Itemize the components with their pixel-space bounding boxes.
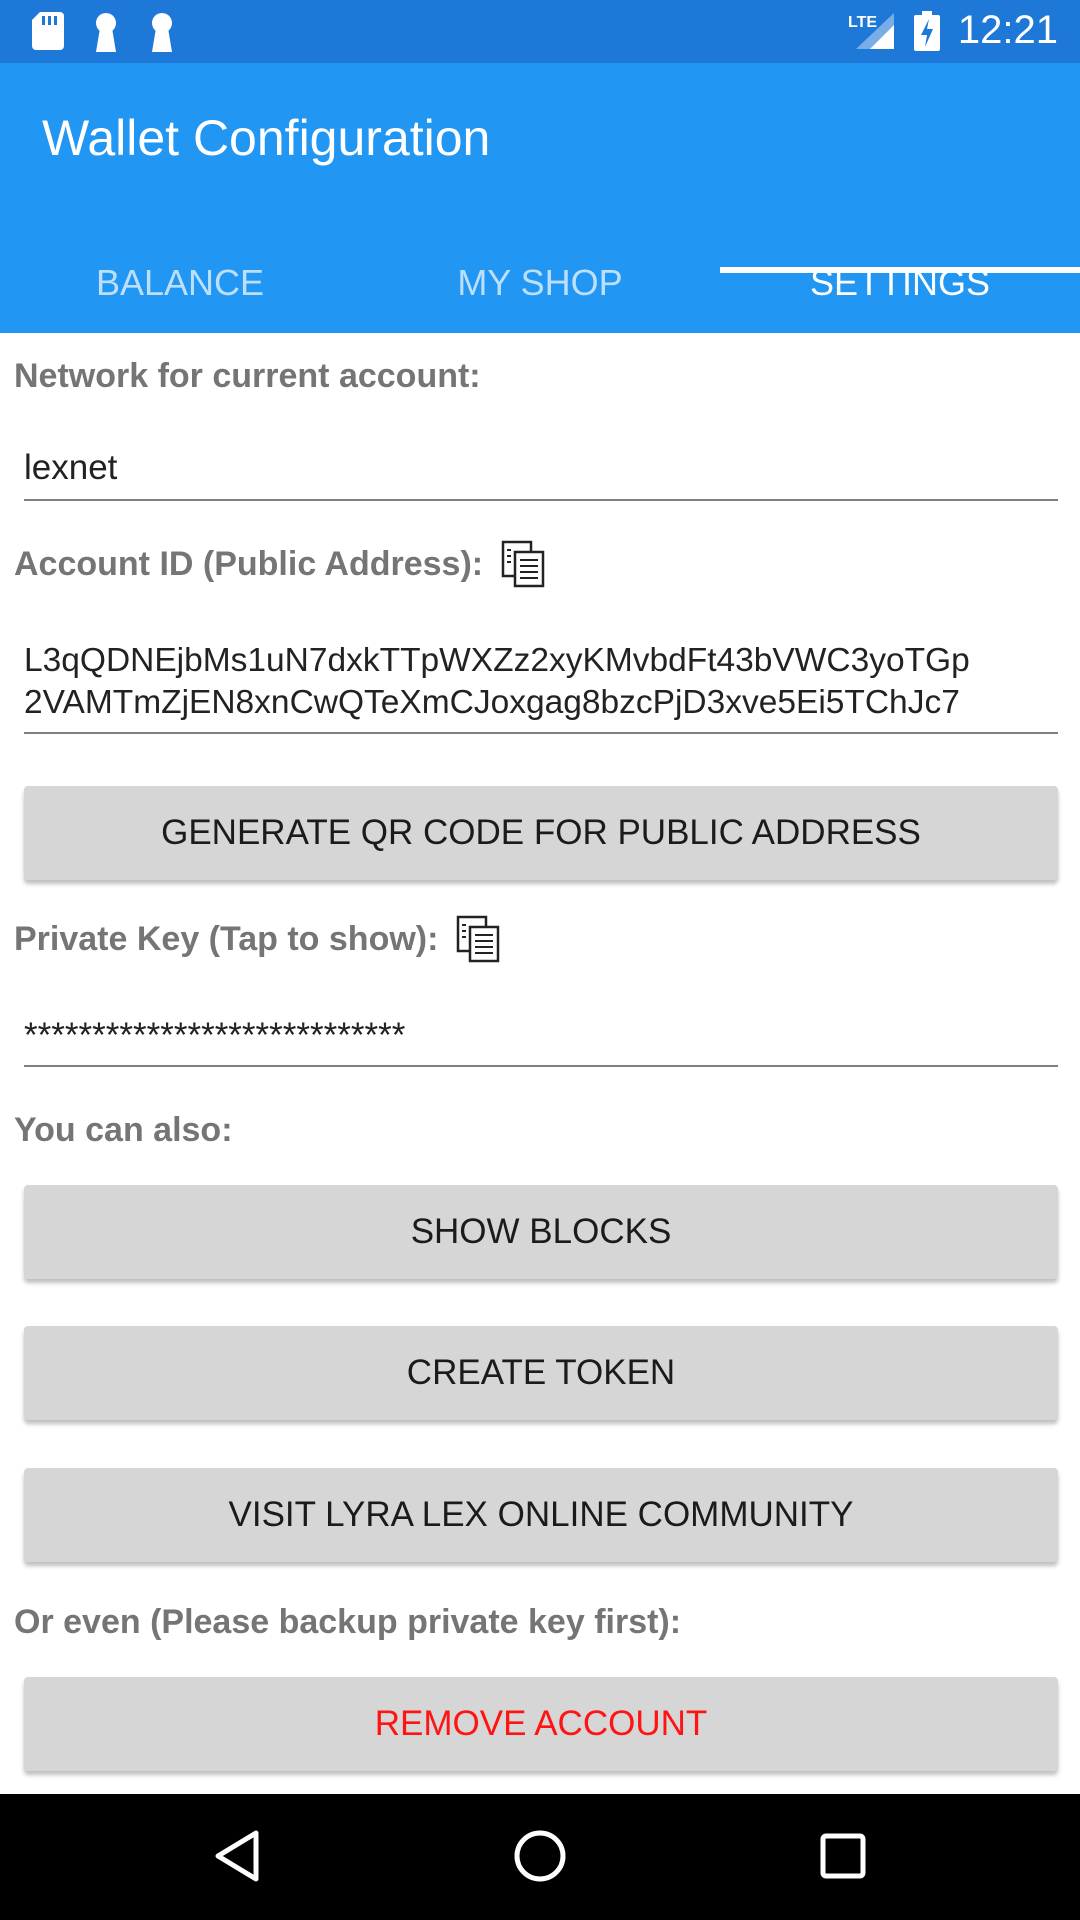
visit-community-button[interactable]: VISIT LYRA LEX ONLINE COMMUNITY [24, 1468, 1058, 1562]
tab-balance[interactable]: BALANCE [0, 233, 360, 333]
account-id-line-1: L3qQDNEjbMs1uN7dxkTTpWXZz2xyKMvbdFt43bVW… [24, 642, 970, 679]
tab-indicator [720, 267, 1080, 273]
private-key-label: Private Key (Tap to show): [14, 915, 502, 963]
status-time: 12:21 [957, 8, 1058, 52]
navigation-bar [0, 1794, 1080, 1920]
account-id-field[interactable]: L3qQDNEjbMs1uN7dxkTTpWXZz2xyKMvbdFt43bVW… [24, 640, 1058, 734]
account-id-label: Account ID (Public Address): [14, 540, 547, 588]
network-field[interactable]: lexnet [24, 447, 1058, 501]
network-value: lexnet [24, 448, 118, 487]
battery-charging-icon [913, 10, 940, 51]
tab-my-shop[interactable]: MY SHOP [360, 233, 720, 333]
signal-icon: LTE [848, 12, 894, 49]
network-label: Network for current account: [14, 357, 481, 395]
you-can-also-label: You can also: [14, 1111, 233, 1149]
create-token-button[interactable]: CREATE TOKEN [24, 1326, 1058, 1420]
keyhole-icon [152, 13, 172, 52]
back-icon [215, 1830, 259, 1882]
show-blocks-button[interactable]: SHOW BLOCKS [24, 1185, 1058, 1279]
status-bar: LTE 12:21 [0, 0, 1080, 63]
copy-icon[interactable] [456, 915, 502, 963]
tab-settings[interactable]: SETTINGS [720, 233, 1080, 333]
account-id-line-2: 2VAMTmZjEN8xnCwQTeXmCJoxgag8bzcPjD3xve5E… [24, 684, 960, 721]
page-title: Wallet Configuration [42, 110, 491, 166]
private-key-field[interactable]: **************************** [24, 1015, 1058, 1067]
backup-warning-label: Or even (Please backup private key first… [14, 1603, 682, 1641]
private-key-value: **************************** [24, 1016, 406, 1055]
recents-button[interactable] [811, 1824, 875, 1888]
copy-icon[interactable] [501, 540, 547, 588]
sd-card-icon [32, 12, 64, 50]
home-icon [514, 1830, 566, 1882]
app-bar: Wallet Configuration BALANCE MY SHOP SET… [0, 63, 1080, 333]
settings-content: Network for current account: lexnet Acco… [0, 333, 1080, 1793]
home-button[interactable] [508, 1824, 572, 1888]
back-button[interactable] [205, 1824, 269, 1888]
recents-icon [820, 1833, 866, 1879]
tab-bar: BALANCE MY SHOP SETTINGS [0, 233, 1080, 333]
generate-qr-button[interactable]: GENERATE QR CODE FOR PUBLIC ADDRESS [24, 786, 1058, 880]
svg-text:LTE: LTE [848, 14, 877, 31]
keyhole-icon [96, 13, 116, 52]
remove-account-button[interactable]: REMOVE ACCOUNT [24, 1677, 1058, 1771]
